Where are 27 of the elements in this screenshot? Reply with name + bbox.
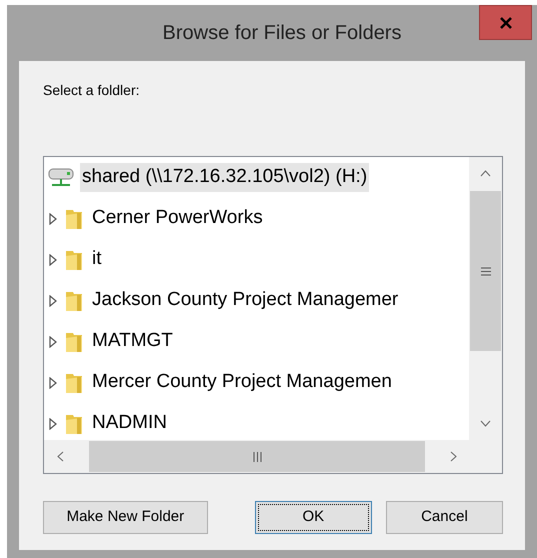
tree-item[interactable]: Cerner PowerWorks	[90, 204, 265, 233]
collapsed-arrow-icon[interactable]	[48, 336, 58, 348]
collapsed-arrow-icon[interactable]	[48, 294, 58, 306]
grip-icon	[480, 266, 490, 276]
close-button[interactable]	[479, 5, 532, 40]
tree-item[interactable]: NADMIN	[90, 409, 169, 438]
collapsed-arrow-icon[interactable]	[48, 254, 58, 266]
tree-item[interactable]: Jackson County Project Managemer	[90, 286, 400, 315]
collapsed-arrow-icon[interactable]	[48, 418, 58, 430]
window-title: Browse for Files or Folders	[162, 21, 402, 46]
prompt-text: Select a foldler:	[43, 81, 140, 100]
vertical-scrollbar[interactable]	[469, 157, 502, 473]
close-icon	[500, 16, 512, 28]
tree-item[interactable]: Mercer County Project Managemen	[90, 368, 394, 397]
collapsed-arrow-icon[interactable]	[48, 376, 58, 388]
scrollbar-thumb[interactable]	[89, 441, 425, 472]
network-drive-icon	[48, 166, 74, 188]
dialog-button[interactable]: Make New Folder	[43, 501, 208, 534]
dialog-button[interactable]: Cancel	[386, 501, 503, 534]
tree-item[interactable]: shared (\\172.16.32.105\vol2) (H:)	[80, 163, 370, 192]
dialog-button[interactable]: OK	[254, 501, 372, 534]
horizontal-scrollbar[interactable]	[44, 440, 469, 473]
grip-icon	[252, 452, 262, 462]
collapsed-arrow-icon[interactable]	[48, 212, 58, 224]
tree-item[interactable]: MATMGT	[90, 327, 175, 356]
tree-item[interactable]: it	[90, 245, 104, 274]
scrollbar-thumb[interactable]	[470, 191, 501, 351]
